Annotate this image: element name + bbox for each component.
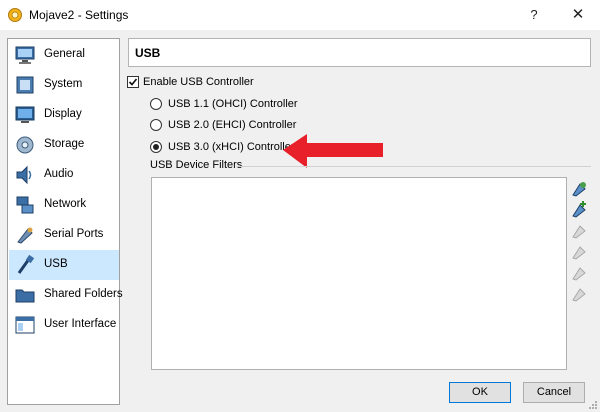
sidebar-item-label: General: [44, 48, 85, 60]
sidebar-item-label: USB: [44, 258, 68, 270]
sidebar-item-label: Serial Ports: [44, 228, 104, 240]
sidebar-item-network[interactable]: Network: [9, 190, 119, 220]
usb-icon: [17, 255, 35, 274]
sidebar-item-system[interactable]: System: [9, 70, 119, 100]
move-filter-down-icon[interactable]: [570, 285, 588, 303]
sidebar-item-label: User Interface: [44, 318, 117, 330]
ok-button[interactable]: OK: [449, 382, 511, 403]
window-icon: [15, 316, 35, 334]
usb-2-0-radio[interactable]: [150, 119, 162, 131]
usb-3-0-radio[interactable]: [150, 141, 162, 153]
close-button[interactable]: ✕: [556, 0, 600, 30]
usb-1-1-radio[interactable]: [150, 98, 162, 110]
sidebar-item-label: Display: [44, 108, 82, 120]
sidebar-item-user-interface[interactable]: User Interface: [9, 310, 119, 340]
add-filter-from-device-icon[interactable]: [570, 201, 588, 219]
enable-usb-label[interactable]: Enable USB Controller: [143, 76, 254, 88]
folder-icon: [15, 289, 35, 303]
resize-grip-icon[interactable]: [588, 400, 598, 410]
cancel-button[interactable]: Cancel: [523, 382, 585, 403]
sidebar-item-label: Network: [44, 198, 87, 210]
network-icon: [16, 196, 34, 214]
sidebar-item-label: Audio: [44, 168, 74, 180]
serial-port-icon: [17, 227, 33, 244]
usb-1-1-label[interactable]: USB 1.1 (OHCI) Controller: [168, 98, 298, 110]
usb-filter-list[interactable]: [151, 177, 567, 370]
usb-device-filters-label: USB Device Filters: [150, 159, 243, 171]
group-divider: [236, 166, 591, 167]
enable-usb-checkbox[interactable]: [127, 76, 139, 88]
gear-icon: [8, 8, 22, 22]
settings-sidebar: General System Display Storage Audio Net…: [7, 38, 123, 405]
monitor-icon: [15, 46, 35, 64]
edit-filter-icon[interactable]: [570, 222, 588, 240]
usb-2-0-label[interactable]: USB 2.0 (EHCI) Controller: [168, 119, 296, 131]
sidebar-item-shared-folders[interactable]: Shared Folders: [9, 280, 123, 310]
checkmark-icon: [128, 78, 138, 86]
section-header: USB: [128, 38, 591, 67]
sidebar-item-label: System: [44, 78, 83, 90]
usb-3-0-label[interactable]: USB 3.0 (xHCI) Controller: [168, 141, 295, 153]
title-bar: Mojave2 - Settings ? ✕: [0, 0, 600, 30]
remove-filter-icon[interactable]: [570, 243, 588, 261]
red-arrow-icon: [283, 134, 383, 168]
move-filter-up-icon[interactable]: [570, 264, 588, 282]
add-empty-filter-icon[interactable]: [570, 180, 588, 198]
sidebar-item-serial-ports[interactable]: Serial Ports: [9, 220, 119, 250]
disk-icon: [16, 136, 34, 154]
help-button[interactable]: ?: [512, 0, 556, 30]
sidebar-item-storage[interactable]: Storage: [9, 130, 119, 160]
display-icon: [15, 106, 35, 123]
sidebar-item-label: Shared Folders: [44, 288, 123, 300]
sidebar-item-audio[interactable]: Audio: [9, 160, 119, 190]
sidebar-item-usb[interactable]: USB: [9, 250, 119, 280]
speaker-icon: [16, 165, 32, 185]
sidebar-item-general[interactable]: General: [9, 40, 119, 70]
sidebar-item-display[interactable]: Display: [9, 100, 119, 130]
section-title: USB: [135, 46, 161, 60]
sidebar-item-label: Storage: [44, 138, 85, 150]
chip-icon: [16, 76, 34, 94]
radio-selected-dot: [153, 144, 159, 150]
window-title: Mojave2 - Settings: [29, 8, 129, 22]
